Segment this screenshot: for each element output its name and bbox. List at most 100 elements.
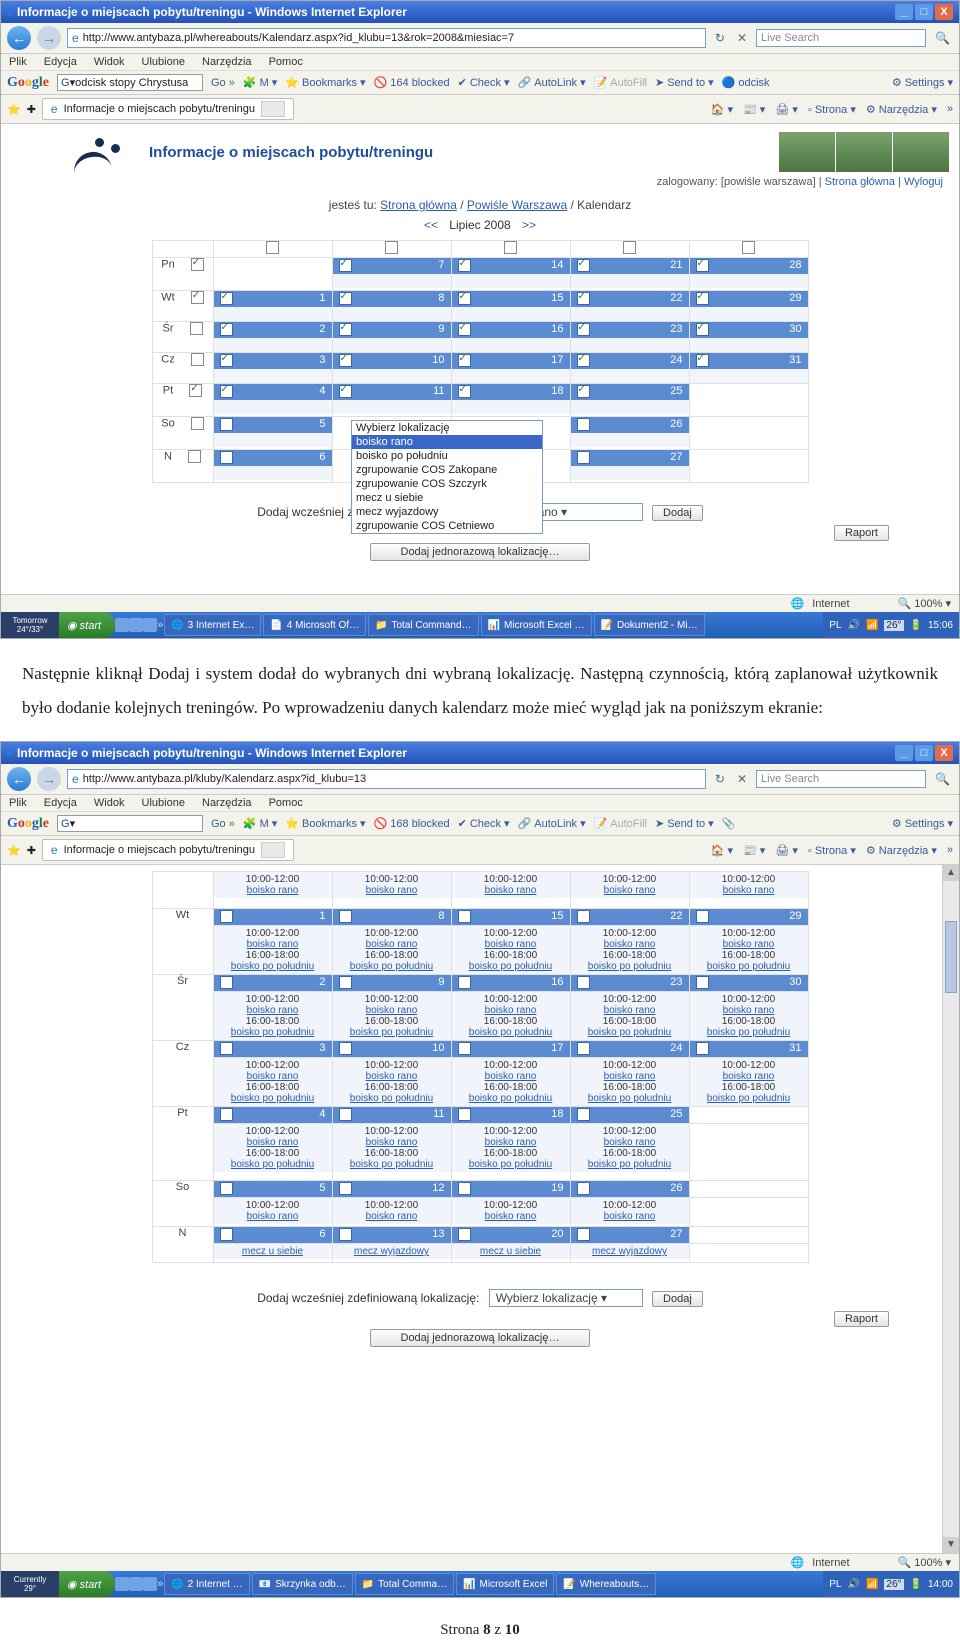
tb-autofill[interactable]: 📝 AutoFill — [594, 76, 647, 89]
window-buttons[interactable]: _□X — [893, 4, 953, 20]
add-button[interactable]: Dodaj — [652, 505, 703, 521]
report-button[interactable]: Raport — [834, 525, 889, 541]
tools-menu[interactable]: ⚙ Narzędzia ▾ — [866, 844, 937, 857]
page-menu[interactable]: ▫ Strona ▾ — [808, 844, 856, 857]
system-tray[interactable]: PL🔊📶26°🔋14:00 — [823, 1571, 959, 1597]
weather-tile[interactable]: Currently29° — [1, 1571, 59, 1597]
add-fav-icon[interactable]: ✚ — [27, 103, 36, 116]
system-tray[interactable]: PL🔊📶26°🔋15:06 — [823, 612, 959, 638]
search-go-icon[interactable]: 🔍 — [932, 30, 953, 46]
maximize-icon[interactable]: □ — [915, 745, 933, 761]
row-checkbox[interactable] — [191, 291, 204, 304]
google-logo[interactable]: Google — [7, 75, 49, 91]
search-input[interactable]: Live Search — [756, 770, 926, 788]
row-checkbox[interactable] — [189, 384, 202, 397]
weather-tile[interactable]: Tomorrow24°/33° — [1, 612, 59, 638]
menu-file[interactable]: Plik — [9, 56, 27, 68]
add-once-button[interactable]: Dodaj jednorazową lokalizację… — [370, 1329, 591, 1347]
tb-sendto[interactable]: ➤ Send to▾ — [655, 76, 714, 89]
col-checkbox[interactable] — [742, 241, 755, 254]
scrollbar[interactable]: ▲▼ — [942, 865, 959, 1553]
menu-view[interactable]: Widok — [94, 56, 125, 68]
task-item[interactable]: 🌐 3 Internet Ex… — [164, 614, 261, 636]
menu-fav[interactable]: Ulubione — [142, 56, 185, 68]
new-tab-icon[interactable] — [261, 101, 285, 117]
report-button[interactable]: Raport — [834, 1311, 889, 1327]
google-search-input[interactable]: G▾odcisk stopy Chrystusa — [57, 74, 203, 91]
bc-club[interactable]: Powiśle Warszawa — [467, 198, 567, 212]
search-input[interactable]: Live Search — [756, 29, 926, 47]
tb-blocked[interactable]: 🚫 164 blocked — [374, 76, 450, 89]
quicklaunch-icon[interactable] — [115, 618, 129, 632]
bc-home[interactable]: Strona główna — [380, 198, 457, 212]
feed-icon[interactable]: 📰 ▾ — [743, 103, 765, 116]
task-item[interactable]: 📁 Total Comma… — [355, 1573, 454, 1595]
feed-icon[interactable]: 📰 ▾ — [743, 844, 765, 857]
start-button[interactable]: ◉ start — [59, 612, 115, 638]
row-checkbox[interactable] — [191, 258, 204, 271]
menu-edit[interactable]: Edycja — [44, 56, 77, 68]
print-icon[interactable]: 🖨 ▾ — [775, 103, 798, 116]
stop-icon[interactable]: ✕ — [734, 771, 750, 787]
row-checkbox[interactable] — [188, 450, 201, 463]
tb-odcisk[interactable]: 🔵 odcisk — [722, 76, 770, 89]
row-checkbox[interactable] — [190, 322, 203, 335]
google-go-button[interactable]: Go » — [211, 818, 235, 830]
close-icon[interactable]: X — [935, 745, 953, 761]
zoom-icon[interactable]: 🔍 100% ▾ — [898, 1556, 951, 1569]
tb-bookmarks[interactable]: ⭐ Bookmarks▾ — [285, 76, 365, 89]
day-checkbox[interactable] — [220, 292, 233, 305]
task-item[interactable]: 🌐 2 Internet … — [164, 1573, 249, 1595]
refresh-icon[interactable]: ↻ — [712, 771, 728, 787]
day-checkbox[interactable] — [458, 259, 471, 272]
tb-check[interactable]: ✔ Check ▾ — [458, 76, 510, 89]
prev-month[interactable]: << — [424, 218, 438, 232]
col-checkbox[interactable] — [266, 241, 279, 254]
add-button[interactable]: Dodaj — [652, 1291, 703, 1307]
menu-bar[interactable]: Plik Edycja Widok Ulubione Narzędzia Pom… — [1, 54, 959, 71]
home-icon[interactable]: 🏠 ▾ — [711, 103, 733, 116]
fav-star-icon[interactable]: ⭐ — [7, 844, 21, 857]
day-checkbox[interactable] — [339, 259, 352, 272]
task-item[interactable]: 📊 Microsoft Excel … — [481, 614, 592, 636]
minimize-icon[interactable]: _ — [895, 4, 913, 20]
fav-star-icon[interactable]: ⭐ — [7, 103, 21, 116]
close-icon[interactable]: X — [935, 4, 953, 20]
link-logout[interactable]: Wyloguj — [904, 176, 943, 188]
google-search-input[interactable]: G▾ — [57, 815, 203, 832]
tools-menu[interactable]: ⚙ Narzędzia ▾ — [866, 103, 937, 116]
tb-settings[interactable]: ⚙ Settings▾ — [892, 76, 953, 89]
home-icon[interactable]: 🏠 ▾ — [711, 844, 733, 857]
zoom-icon[interactable]: 🔍 100% ▾ — [898, 597, 951, 610]
active-tab[interactable]: eInformacje o miejscach pobytu/treningu — [42, 98, 294, 120]
menu-bar[interactable]: Plik Edycja Widok Ulubione Narzędzia Pom… — [1, 795, 959, 812]
add-fav-icon[interactable]: ✚ — [27, 844, 36, 857]
search-go-icon[interactable]: 🔍 — [932, 771, 953, 787]
tb-settings[interactable]: ⚙ Settings▾ — [892, 817, 953, 830]
location-dropdown[interactable]: Wybierz lokalizację boisko rano boisko p… — [351, 420, 543, 534]
row-checkbox[interactable] — [191, 353, 204, 366]
tb-m[interactable]: 🧩 M ▾ — [243, 76, 278, 89]
task-item[interactable]: 📄 4 Microsoft Of… — [263, 614, 366, 636]
print-icon[interactable]: 🖨 ▾ — [775, 844, 798, 857]
google-go-button[interactable]: Go » — [211, 77, 235, 89]
refresh-icon[interactable]: ↻ — [712, 30, 728, 46]
url-input[interactable]: ehttp://www.antybaza.pl/kluby/Kalendarz.… — [67, 769, 706, 789]
google-logo[interactable]: Google — [7, 816, 49, 832]
day-checkbox[interactable] — [696, 259, 709, 272]
minimize-icon[interactable]: _ — [895, 745, 913, 761]
page-menu[interactable]: ▫ Strona ▾ — [808, 103, 856, 116]
chevron-icon[interactable]: » — [947, 103, 953, 115]
url-input[interactable]: ehttp://www.antybaza.pl/whereabouts/Kale… — [67, 28, 706, 48]
task-item[interactable]: 📁 Total Command… — [368, 614, 478, 636]
location-select[interactable]: Wybierz lokalizację ▾ — [489, 1289, 643, 1307]
active-tab[interactable]: eInformacje o miejscach pobytu/treningu — [42, 839, 294, 861]
tb-autolink[interactable]: 🔗 AutoLink ▾ — [518, 76, 586, 89]
back-button[interactable]: ← — [7, 767, 31, 791]
back-button[interactable]: ← — [7, 26, 31, 50]
next-month[interactable]: >> — [522, 218, 536, 232]
start-button[interactable]: ◉ start — [59, 1571, 115, 1597]
row-checkbox[interactable] — [191, 417, 204, 430]
chevron-icon[interactable]: » — [947, 844, 953, 856]
menu-tools[interactable]: Narzędzia — [202, 56, 252, 68]
